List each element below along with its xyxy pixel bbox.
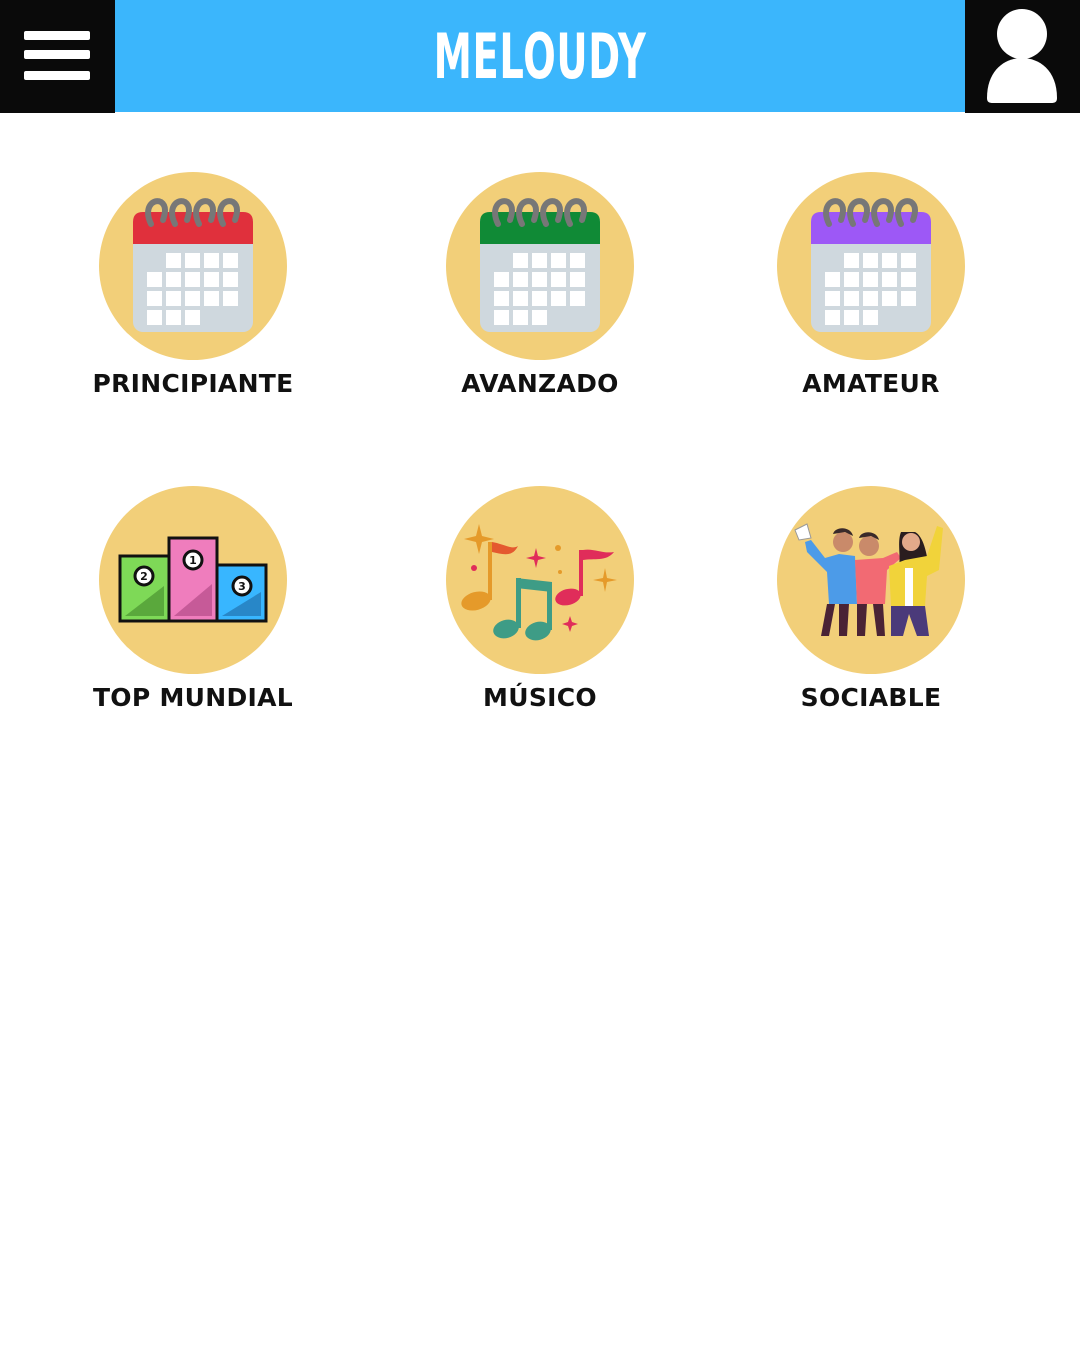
category-label: SOCIABLE (800, 683, 942, 712)
hamburger-menu-icon-bar (24, 71, 90, 80)
category-label: MÚSICO (483, 683, 597, 712)
hamburger-menu-icon-bar (24, 50, 90, 59)
category-icon-circle: 2 1 3 (99, 486, 287, 674)
hamburger-menu-icon (24, 31, 90, 40)
category-principiante[interactable]: PRINCIPIANTE (68, 172, 318, 432)
app-title: MELOUDY (433, 19, 647, 93)
category-icon-circle (446, 172, 634, 360)
svg-text:1: 1 (189, 554, 197, 567)
category-icon-circle (777, 486, 965, 674)
category-top-mundial[interactable]: 2 1 3 TOP MUNDIAL (68, 486, 318, 746)
profile-button[interactable] (965, 0, 1080, 113)
category-label: TOP MUNDIAL (92, 683, 294, 712)
calendar-icon (480, 198, 600, 332)
menu-button[interactable] (0, 0, 115, 113)
category-icon-circle (777, 172, 965, 360)
category-label: AMATEUR (802, 369, 940, 398)
friends-group-icon (794, 523, 943, 636)
svg-text:3: 3 (238, 580, 246, 593)
category-label: AVANZADO (461, 369, 619, 398)
category-icon-circle (99, 172, 287, 360)
podium-icon: 2 1 3 (118, 536, 268, 623)
category-icon-circle (446, 486, 634, 674)
category-avanzado[interactable]: AVANZADO (415, 172, 665, 432)
category-label: PRINCIPIANTE (92, 369, 294, 398)
calendar-icon (133, 198, 253, 332)
music-notes-icon (461, 524, 617, 641)
user-profile-icon (987, 9, 1057, 103)
category-musico[interactable]: MÚSICO (415, 486, 665, 746)
category-amateur[interactable]: AMATEUR (746, 172, 996, 432)
category-sociable[interactable]: SOCIABLE (746, 486, 996, 746)
calendar-icon (811, 198, 931, 332)
svg-text:2: 2 (140, 570, 148, 583)
